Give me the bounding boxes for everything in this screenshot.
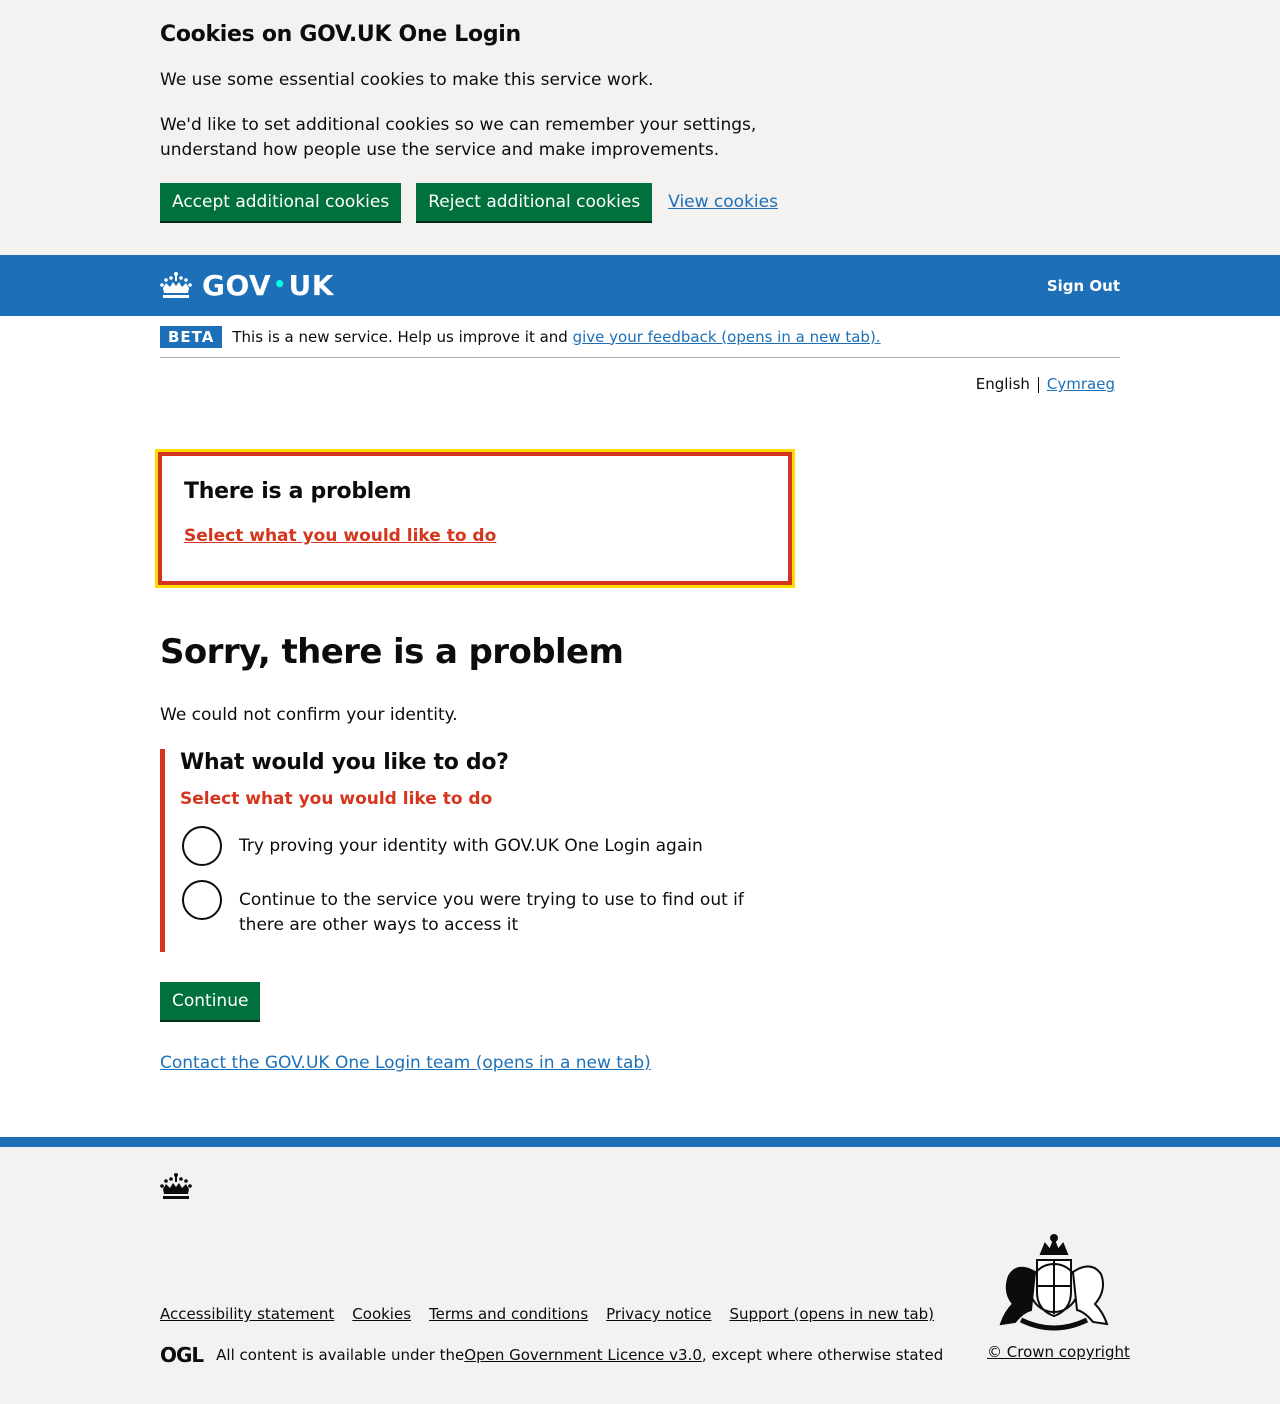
govuk-logo[interactable]: GOV • UK: [160, 269, 334, 302]
phase-banner-message: This is a new service. Help us improve i…: [232, 327, 573, 346]
error-summary-title: There is a problem: [184, 479, 412, 504]
language-cymraeg-link[interactable]: Cymraeg: [1047, 375, 1115, 393]
language-separator: [1037, 377, 1039, 393]
logo-text-uk: UK: [288, 269, 334, 302]
crown-icon: [160, 1173, 192, 1199]
phase-banner-text: This is a new service. Help us improve i…: [232, 328, 880, 346]
feedback-link[interactable]: give your feedback (opens in a new tab).: [573, 328, 881, 346]
error-summary-link[interactable]: Select what you would like to do: [184, 526, 496, 546]
continue-button[interactable]: Continue: [160, 982, 261, 1020]
phase-banner: BETA This is a new service. Help us impr…: [160, 316, 1120, 358]
logo-text-gov: GOV: [202, 269, 272, 302]
language-toggle: English Cymraeg: [160, 375, 1120, 393]
site-header: GOV • UK Sign Out: [0, 255, 1280, 316]
footer-link-terms[interactable]: Terms and conditions: [429, 1305, 588, 1323]
radio-option-continue-to-service[interactable]: Continue to the service you were trying …: [180, 880, 780, 938]
radio-label[interactable]: Try proving your identity with GOV.UK On…: [239, 826, 779, 859]
radio-label[interactable]: Continue to the service you were trying …: [239, 880, 779, 938]
footer-links: Accessibility statement Cookies Terms an…: [160, 1305, 952, 1323]
licence-statement: OGL All content is available under the O…: [160, 1343, 943, 1367]
cookie-banner: Cookies on GOV.UK One Login We use some …: [0, 0, 1280, 255]
royal-coat-of-arms-icon: [999, 1234, 1109, 1331]
radio-button[interactable]: [182, 880, 222, 920]
beta-tag: BETA: [160, 325, 223, 348]
language-current: English: [975, 375, 1030, 393]
options-fieldset: What would you like to do? Select what y…: [160, 749, 780, 952]
footer-link-cookies[interactable]: Cookies: [352, 1305, 411, 1323]
site-footer: Accessibility statement Cookies Terms an…: [0, 1137, 1280, 1404]
question-heading: What would you like to do?: [180, 750, 509, 775]
cookie-banner-title: Cookies on GOV.UK One Login: [160, 22, 521, 47]
sign-out-link[interactable]: Sign Out: [1047, 277, 1120, 295]
crown-copyright-link[interactable]: © Crown copyright: [987, 1343, 1130, 1361]
footer-link-privacy[interactable]: Privacy notice: [606, 1305, 711, 1323]
footer-link-support[interactable]: Support (opens in new tab): [729, 1305, 934, 1323]
footer-link-accessibility[interactable]: Accessibility statement: [160, 1305, 334, 1323]
page-title: Sorry, there is a problem: [160, 632, 624, 672]
error-summary: There is a problem Select what you would…: [155, 449, 795, 588]
field-error-message: Select what you would like to do: [180, 789, 493, 809]
reject-cookies-button[interactable]: Reject additional cookies: [416, 183, 653, 221]
ogl-licence-link[interactable]: Open Government Licence v3.0: [464, 1346, 702, 1364]
radio-option-try-again[interactable]: Try proving your identity with GOV.UK On…: [180, 826, 780, 866]
view-cookies-link[interactable]: View cookies: [668, 192, 778, 212]
licence-text-post: , except where otherwise stated: [701, 1346, 944, 1364]
accept-cookies-button[interactable]: Accept additional cookies: [160, 183, 402, 221]
ogl-logo: OGL: [160, 1343, 204, 1367]
lead-text: We could not confirm your identity.: [160, 705, 458, 725]
cookie-banner-text-essential: We use some essential cookies to make th…: [160, 70, 654, 90]
crown-icon: [160, 271, 192, 298]
logo-dot: •: [273, 271, 287, 296]
cookie-banner-text-additional: We'd like to set additional cookies so w…: [160, 115, 757, 160]
radio-button[interactable]: [182, 826, 222, 866]
licence-text-pre: All content is available under the: [216, 1346, 465, 1364]
cookie-banner-actions: Accept additional cookies Reject additio…: [160, 183, 1120, 221]
contact-team-link[interactable]: Contact the GOV.UK One Login team (opens…: [160, 1053, 651, 1073]
